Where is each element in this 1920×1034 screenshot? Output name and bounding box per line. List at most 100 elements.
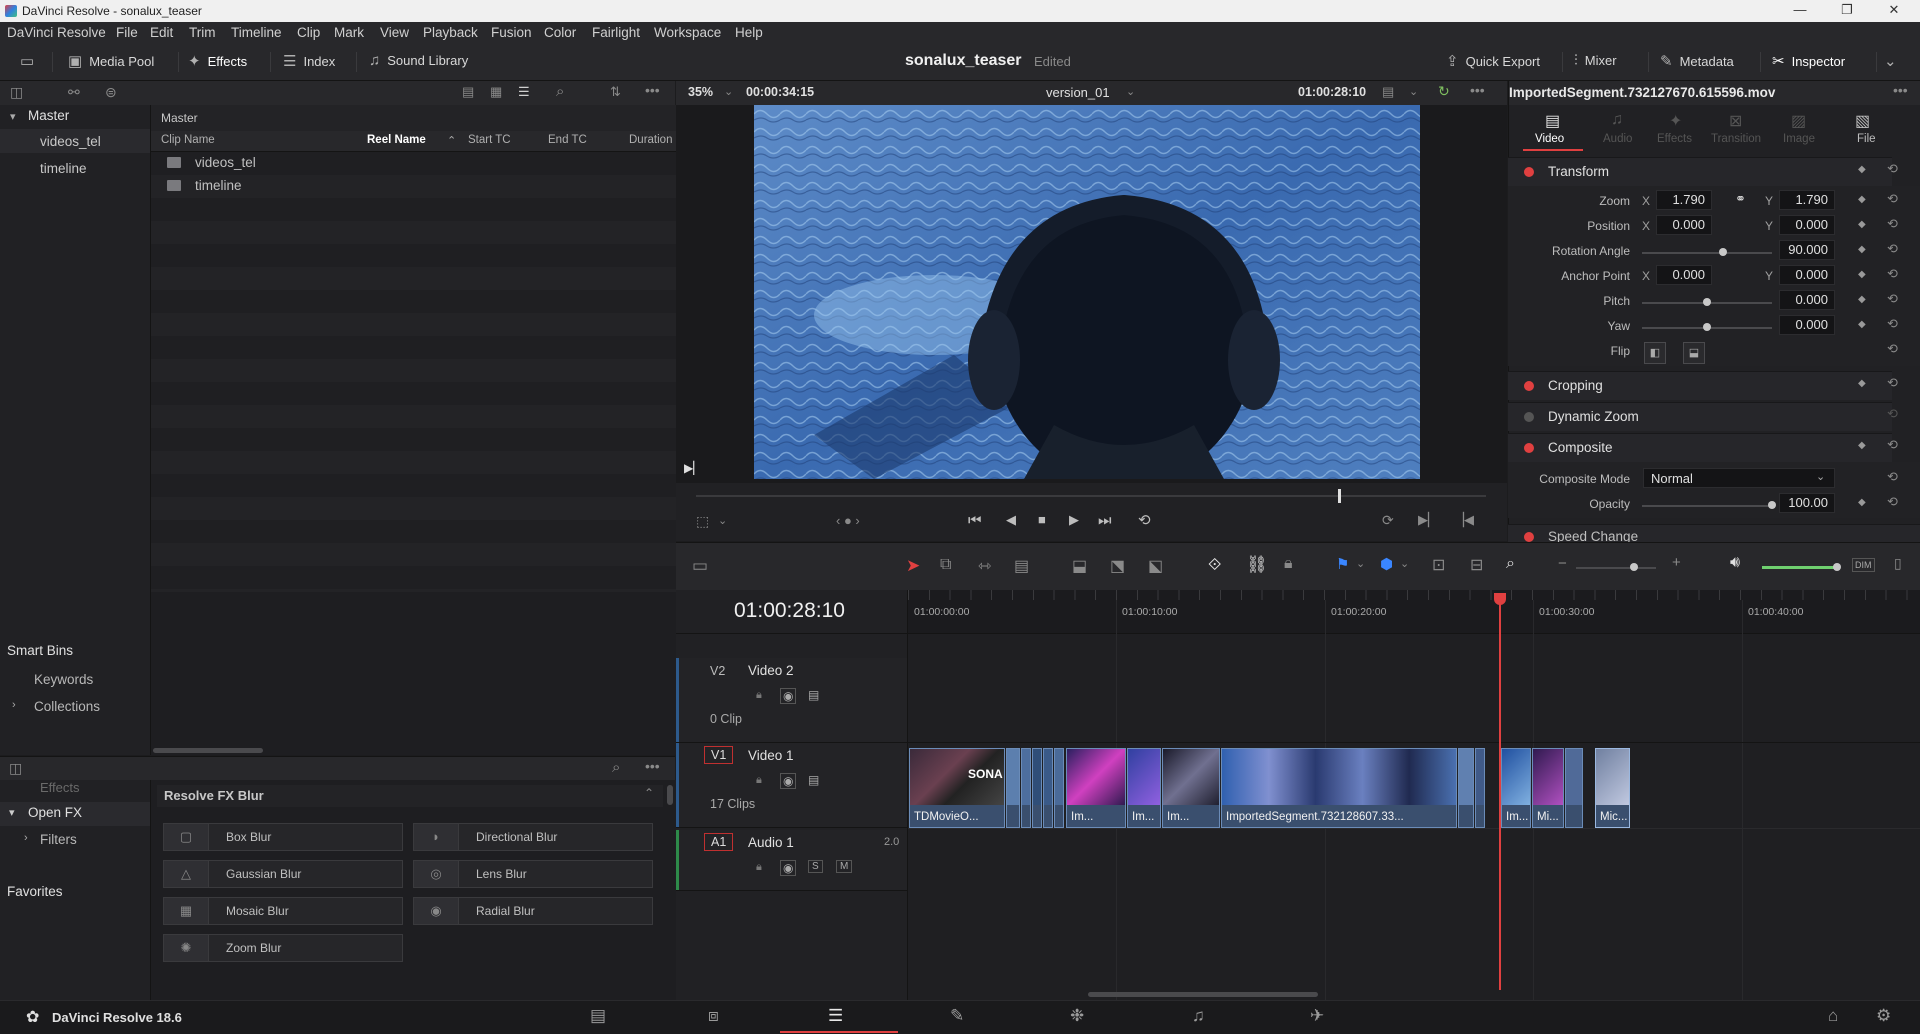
- media-pool-button[interactable]: ▣ Media Pool: [68, 52, 154, 70]
- reset-icon[interactable]: ⟲: [1887, 241, 1898, 257]
- effect-gaussian-blur[interactable]: △ Gaussian Blur: [163, 860, 403, 888]
- zoom-full-icon[interactable]: ⊡: [1432, 555, 1445, 575]
- table-row[interactable]: videos_tel: [195, 155, 256, 170]
- enable-toggle[interactable]: [1524, 443, 1534, 453]
- viewer-zoom[interactable]: 35%: [688, 85, 713, 99]
- effects-filters[interactable]: Filters: [40, 832, 77, 847]
- effect-lens-blur[interactable]: ◎ Lens Blur: [413, 860, 653, 888]
- timeline-clip[interactable]: [1475, 748, 1485, 828]
- play-icon[interactable]: ▶: [1069, 512, 1079, 528]
- tab-audio[interactable]: ♫ Audio: [1591, 111, 1647, 151]
- effect-zoom-blur[interactable]: ✺ Zoom Blur: [163, 934, 403, 962]
- keyframe-icon[interactable]: ◆: [1858, 497, 1866, 508]
- effects-tree-item[interactable]: Effects: [40, 780, 80, 795]
- quick-export-button[interactable]: ⇪ Quick Export: [1446, 52, 1540, 70]
- pitch-slider-knob[interactable]: [1703, 298, 1711, 306]
- mixer-button[interactable]: ⫶ Mixer: [1574, 52, 1617, 69]
- vertical-scrollbar[interactable]: [667, 785, 673, 805]
- keyframe-icon[interactable]: ◆: [1858, 194, 1866, 205]
- link-icon[interactable]: ⚭: [1735, 191, 1746, 207]
- track-visibility-icon[interactable]: ▤: [808, 773, 819, 787]
- timeline-zoom-slider[interactable]: [1576, 567, 1656, 569]
- chevron-down-icon[interactable]: ⌄: [718, 514, 727, 527]
- menu-view[interactable]: View: [380, 25, 409, 40]
- position-x-field[interactable]: 0.000: [1656, 215, 1712, 235]
- track-name[interactable]: Video 1: [748, 748, 794, 763]
- anchor-y-field[interactable]: 0.000: [1779, 265, 1835, 285]
- keyframe-icon[interactable]: ◆: [1858, 294, 1866, 305]
- cut-page-icon[interactable]: ⧈: [708, 1006, 719, 1026]
- composite-mode-dropdown[interactable]: Normal ⌄: [1643, 468, 1835, 488]
- menu-help[interactable]: Help: [735, 25, 763, 40]
- menu-trim[interactable]: Trim: [189, 25, 216, 40]
- pitch-field[interactable]: 0.000: [1779, 290, 1835, 310]
- menu-fusion[interactable]: Fusion: [491, 25, 532, 40]
- table-row[interactable]: timeline: [195, 178, 242, 193]
- timeline-clip[interactable]: Im...: [1066, 748, 1126, 828]
- volume-icon[interactable]: 🔊︎: [1730, 554, 1740, 572]
- match-frame-icon[interactable]: ⟳: [1382, 512, 1394, 529]
- track-id[interactable]: V1: [704, 746, 734, 764]
- tab-file[interactable]: ▧ File: [1833, 111, 1889, 151]
- tab-transition[interactable]: ⊠ Transition: [1705, 111, 1769, 151]
- section-transform[interactable]: Transform: [1508, 157, 1892, 186]
- flag-icon[interactable]: ⚑: [1336, 555, 1349, 573]
- skip-start-icon[interactable]: ⏮: [968, 512, 982, 529]
- timeline-name[interactable]: version_01: [1046, 85, 1110, 100]
- linked-selection-icon[interactable]: ⛓: [1246, 555, 1268, 575]
- settings-gear-icon[interactable]: ⚙: [1876, 1006, 1891, 1026]
- section-speed-change[interactable]: Speed Change: [1508, 524, 1920, 542]
- auto-select-icon[interactable]: ◉: [780, 773, 797, 789]
- menu-edit[interactable]: Edit: [150, 25, 173, 40]
- effects-open-fx[interactable]: Open FX: [28, 805, 82, 820]
- column-header[interactable]: Start TC: [468, 134, 511, 146]
- maximize-button[interactable]: ❐: [1827, 2, 1867, 20]
- index-button[interactable]: ☰ Index: [283, 52, 335, 70]
- timeline-view-options-icon[interactable]: ▭: [692, 556, 708, 576]
- workspace-toggle-icon[interactable]: ▭: [20, 52, 34, 70]
- keyframe-icon[interactable]: ◆: [1858, 219, 1866, 230]
- horizontal-scrollbar[interactable]: [153, 748, 263, 753]
- more-options-icon[interactable]: •••: [645, 82, 660, 98]
- menu-playback[interactable]: Playback: [423, 25, 478, 40]
- solo-button[interactable]: S: [808, 860, 823, 873]
- reset-icon[interactable]: ⟲: [1887, 291, 1898, 307]
- selection-tool-icon[interactable]: ➤: [906, 556, 920, 576]
- playhead[interactable]: [1499, 600, 1501, 990]
- lock-icon[interactable]: 🔒︎: [756, 861, 762, 874]
- effects-button[interactable]: ✦ Effects: [188, 52, 247, 70]
- keyframe-icon[interactable]: ◆: [1858, 319, 1866, 330]
- timeline-clip[interactable]: [1054, 748, 1064, 828]
- sort-icon[interactable]: ⇅: [610, 84, 621, 100]
- search-icon[interactable]: ⌕: [612, 759, 620, 776]
- menu-timeline[interactable]: Timeline: [231, 25, 282, 40]
- timeline-clip[interactable]: Mi...: [1532, 748, 1564, 828]
- tab-video[interactable]: ▤ Video: [1523, 111, 1583, 151]
- color-page-icon[interactable]: ❉: [1070, 1006, 1084, 1026]
- metadata-button[interactable]: ✎ Metadata: [1660, 52, 1734, 70]
- effect-mosaic-blur[interactable]: ▦ Mosaic Blur: [163, 897, 403, 925]
- zoom-in-icon[interactable]: +: [1672, 554, 1681, 571]
- timeline-clip[interactable]: [1565, 748, 1583, 828]
- timeline-clip[interactable]: Im...: [1162, 748, 1220, 828]
- reset-icon[interactable]: ⟲: [1887, 469, 1898, 485]
- home-icon[interactable]: ⌂: [1828, 1006, 1838, 1026]
- thumbnail-view-icon[interactable]: ▤: [462, 84, 474, 100]
- collapse-icon[interactable]: ⌃: [644, 786, 654, 800]
- media-page-icon[interactable]: ▤: [590, 1006, 606, 1026]
- output-icon[interactable]: ▤: [1382, 84, 1394, 100]
- minimize-button[interactable]: —: [1780, 2, 1820, 20]
- chevron-right-icon[interactable]: ›: [12, 699, 16, 711]
- yaw-field[interactable]: 0.000: [1779, 315, 1835, 335]
- bin-icon[interactable]: ⊜: [105, 84, 117, 101]
- timeline-clip[interactable]: SONA TDMovieO...: [909, 748, 1005, 828]
- reset-icon[interactable]: ⟲: [1887, 316, 1898, 332]
- more-options-icon[interactable]: •••: [1470, 82, 1485, 98]
- zoom-y-field[interactable]: 1.790: [1779, 190, 1835, 210]
- tab-effects[interactable]: ✦ Effects: [1649, 111, 1705, 151]
- auto-select-icon[interactable]: ◉: [780, 688, 797, 704]
- trim-tool-icon[interactable]: ⧉: [940, 556, 951, 574]
- opacity-slider[interactable]: [1642, 505, 1772, 507]
- effect-directional-blur[interactable]: ◗ Directional Blur: [413, 823, 653, 851]
- zoom-custom-icon[interactable]: ⌕: [1506, 555, 1515, 573]
